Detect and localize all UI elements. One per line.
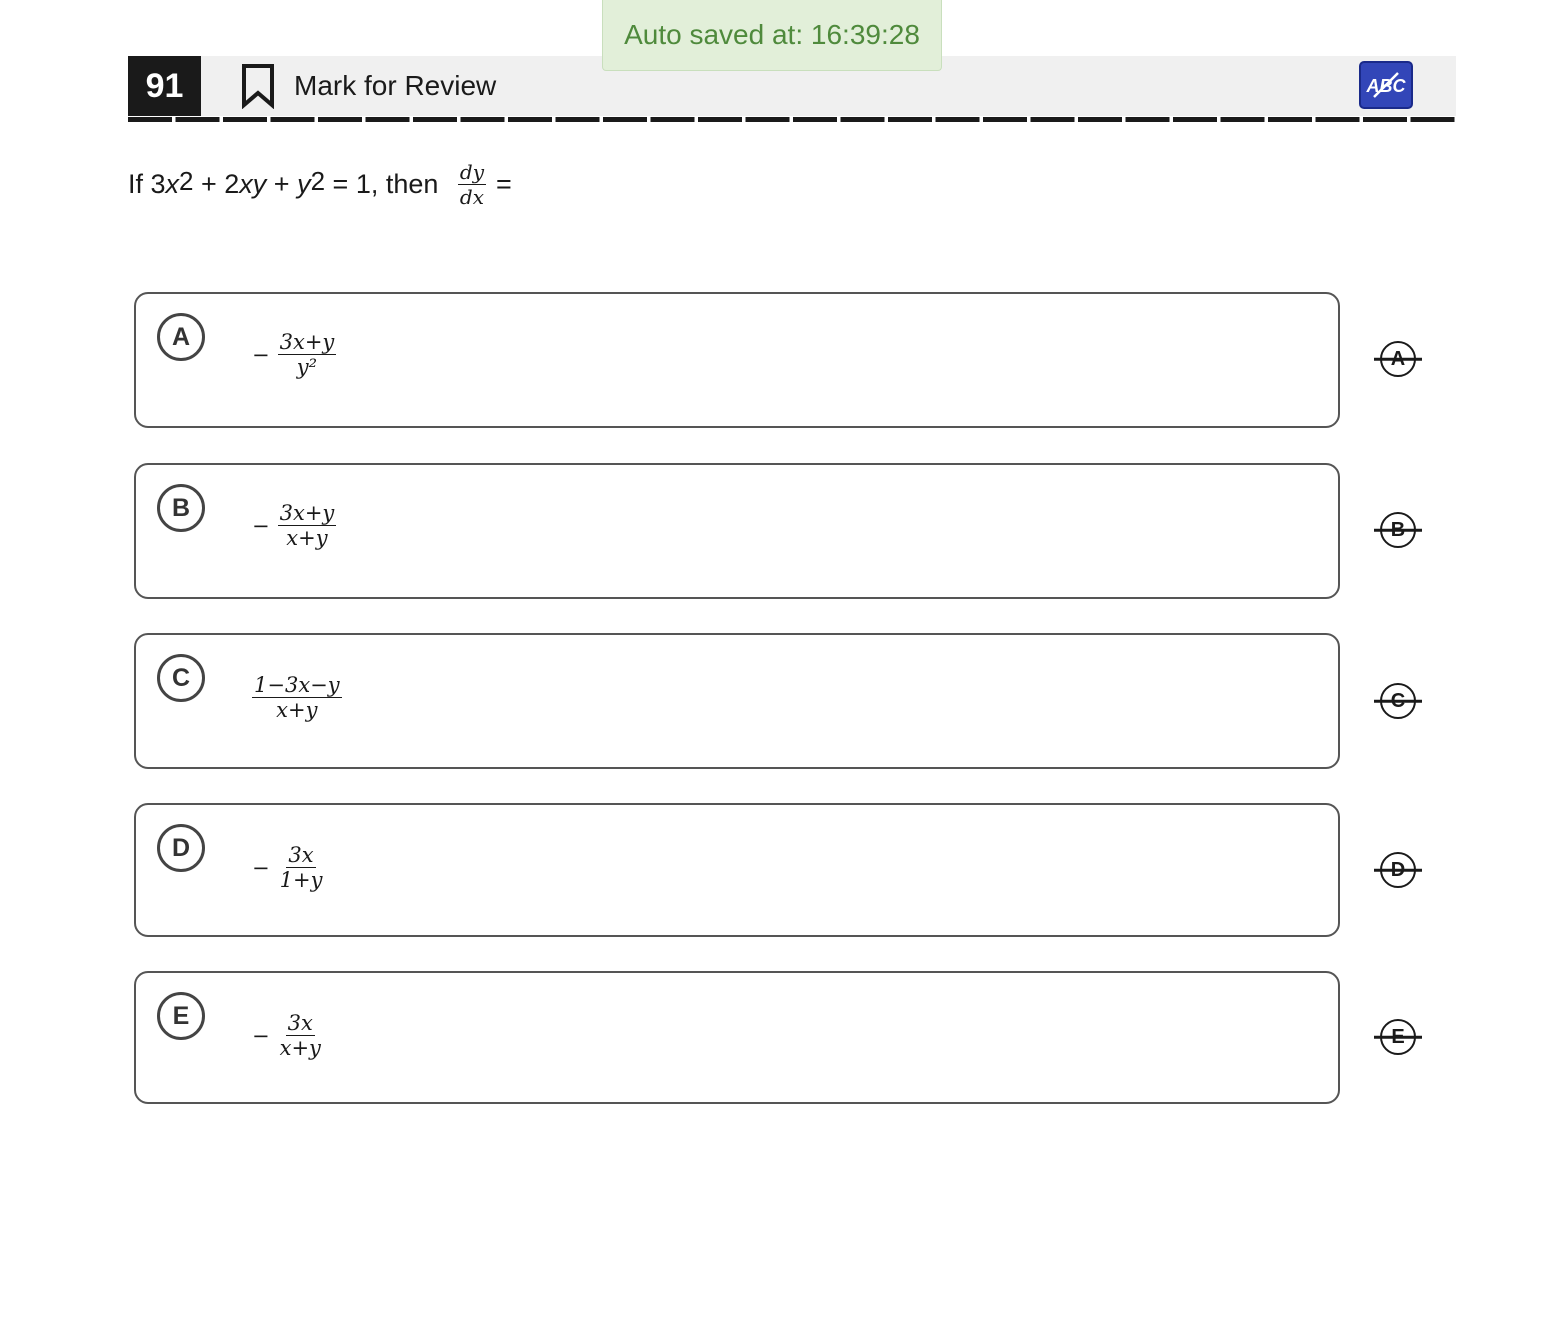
question-var: xy	[239, 169, 267, 199]
autosave-text: Auto saved at: 16:39:28	[624, 19, 920, 50]
fraction-denominator: x+y	[279, 1036, 321, 1060]
choice-fraction: 3x+y y²	[277, 330, 337, 379]
choice-letter-c: C	[157, 654, 205, 702]
bookmark-icon	[242, 64, 274, 109]
eliminate-choice-d-button[interactable]: D	[1374, 850, 1422, 890]
question-text: = 1, then	[325, 169, 446, 199]
choice-expression-e: − 3x x+y	[252, 1011, 323, 1060]
fraction-denominator: dx	[459, 185, 484, 209]
eliminate-choice-b-button[interactable]: B	[1374, 510, 1422, 550]
choice-letter-d: D	[157, 824, 205, 872]
choice-letter-e: E	[157, 992, 205, 1040]
question-var: y	[297, 169, 311, 199]
eliminate-choice-c-button[interactable]: C	[1374, 681, 1422, 721]
question-number: 91	[128, 56, 201, 116]
choice-letter-a: A	[157, 313, 205, 361]
question-var: x	[165, 169, 180, 199]
question-text: =	[496, 169, 512, 199]
strikethrough-line	[1374, 868, 1422, 872]
choice-fraction: 3x+y x+y	[277, 501, 337, 550]
header-divider	[128, 117, 1456, 122]
fraction-denominator: y²	[296, 355, 318, 379]
choice-fraction: 3x x+y	[278, 1011, 323, 1060]
abc-strikethrough-icon: ABC	[1366, 72, 1406, 98]
choice-letter-b: B	[157, 484, 205, 532]
question-text: If 3	[128, 169, 166, 199]
choice-expression-d: − 3x 1+y	[252, 843, 324, 892]
fraction-denominator: x+y	[286, 526, 328, 550]
answer-choice-e[interactable]: E − 3x x+y	[134, 971, 1340, 1104]
fraction-denominator: x+y	[276, 698, 318, 722]
answer-choice-b[interactable]: B − 3x+y x+y	[134, 463, 1340, 599]
eliminate-choice-e-button[interactable]: E	[1374, 1017, 1422, 1057]
mark-for-review-label: Mark for Review	[294, 70, 497, 101]
strikethrough-line	[1374, 528, 1422, 532]
choice-sign: −	[252, 855, 270, 880]
fraction-numerator: dy	[457, 160, 486, 185]
choice-expression-c: 1−3x−y x+y	[252, 673, 342, 722]
mark-for-review-button[interactable]: Mark for Review	[240, 62, 496, 110]
strikethrough-line	[1374, 1035, 1422, 1039]
choice-sign: −	[252, 1023, 270, 1048]
choice-expression-b: − 3x+y x+y	[252, 501, 337, 550]
fraction-numerator: 3x+y	[277, 330, 337, 355]
fraction-denominator: 1+y	[279, 868, 323, 892]
fraction-numerator: 1−3x−y	[252, 673, 342, 698]
strikethrough-line	[1374, 699, 1422, 703]
choice-expression-a: − 3x+y y²	[252, 330, 337, 379]
answer-eliminator-toggle[interactable]: ABC	[1359, 61, 1413, 109]
fraction-numerator: 3x	[286, 843, 316, 868]
choice-sign: −	[252, 513, 270, 538]
fraction-numerator: 3x	[285, 1011, 315, 1036]
strikethrough-line	[1374, 357, 1422, 361]
fraction-numerator: 3x+y	[277, 501, 337, 526]
answer-choice-c[interactable]: C 1−3x−y x+y	[134, 633, 1340, 769]
eliminate-choice-a-button[interactable]: A	[1374, 339, 1422, 379]
question-text: + 2	[193, 169, 240, 199]
answer-choice-a[interactable]: A − 3x+y y²	[134, 292, 1340, 428]
autosave-toast: Auto saved at: 16:39:28	[602, 0, 942, 71]
question-text: +	[266, 169, 298, 199]
choice-fraction: 3x 1+y	[278, 843, 325, 892]
question-stem: If 3x2 + 2 xy + y2 = 1, then dy dx =	[128, 160, 512, 209]
derivative-fraction: dy dx	[457, 160, 486, 209]
choice-fraction: 1−3x−y x+y	[252, 673, 342, 722]
choice-sign: −	[252, 342, 270, 367]
answer-choice-d[interactable]: D − 3x 1+y	[134, 803, 1340, 937]
